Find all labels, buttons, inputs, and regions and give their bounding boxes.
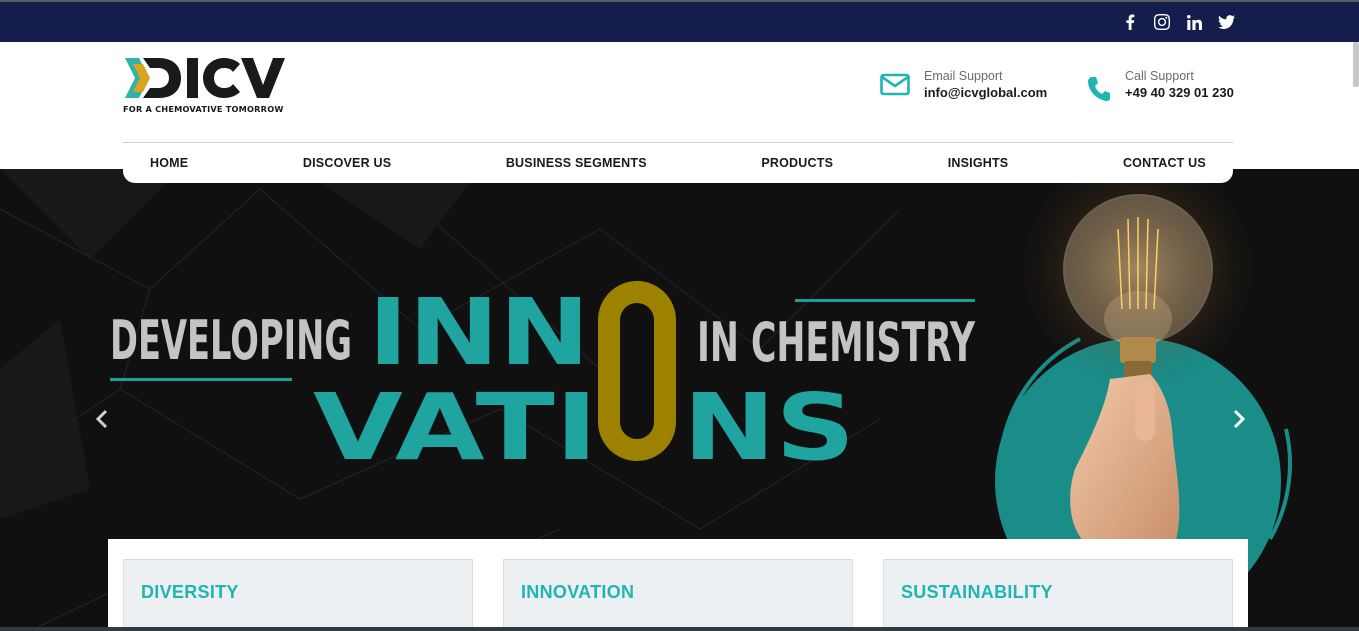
call-support-label: Call Support (1125, 69, 1194, 83)
card-title: DIVERSITY (141, 582, 239, 602)
nav-item-home[interactable]: HOME (150, 156, 188, 170)
nav-item-discover-us[interactable]: DISCOVER US (303, 156, 391, 170)
hero-text-in-chemistry: IN CHEMISTRY (697, 311, 976, 374)
email-support[interactable]: Email Support info@icvglobal.com (880, 68, 1047, 102)
nav-item-contact-us[interactable]: CONTACT US (1123, 156, 1206, 170)
facebook-icon[interactable] (1121, 13, 1139, 31)
top-bar (0, 0, 1359, 42)
chevron-left-icon (95, 409, 108, 429)
hero-text-vati: VATI (313, 374, 598, 481)
twitter-icon[interactable] (1217, 13, 1235, 31)
card-title: SUSTAINABILITY (901, 582, 1053, 602)
values-section: DIVERSITY INNOVATION SUSTAINABILITY (108, 539, 1248, 631)
slider-prev-button[interactable] (92, 407, 112, 431)
envelope-icon (880, 73, 910, 96)
slider-next-button[interactable] (1229, 407, 1249, 431)
hero-text-ns: NS (683, 374, 855, 481)
email-support-label: Email Support (924, 69, 1003, 83)
phone-icon (1088, 77, 1110, 101)
hero-text-inn: INN (368, 279, 590, 386)
window-bottom-edge (0, 627, 1359, 631)
email-address[interactable]: info@icvglobal.com (924, 84, 1047, 102)
nav-item-products[interactable]: PRODUCTS (761, 156, 833, 170)
linkedin-icon[interactable] (1185, 13, 1203, 31)
card-sustainability[interactable]: SUSTAINABILITY (883, 559, 1233, 631)
instagram-icon[interactable] (1153, 13, 1171, 31)
chevron-right-icon (1233, 409, 1246, 429)
page-scrollbar[interactable] (1353, 42, 1359, 87)
card-diversity[interactable]: DIVERSITY (123, 559, 473, 631)
site-logo[interactable]: FOR A CHEMOVATIVE TOMORROW (123, 56, 298, 118)
social-links (1121, 13, 1235, 31)
call-support[interactable]: Call Support +49 40 329 01 230 (1087, 68, 1234, 102)
logo-tagline: FOR A CHEMOVATIVE TOMORROW (123, 104, 284, 114)
logo-mark (125, 58, 285, 98)
hero-text-developing: DEVELOPING (110, 309, 352, 372)
card-innovation[interactable]: INNOVATION (503, 559, 853, 631)
phone-number[interactable]: +49 40 329 01 230 (1125, 84, 1234, 102)
card-title: INNOVATION (521, 582, 635, 602)
site-header: FOR A CHEMOVATIVE TOMORROW Email Support… (0, 42, 1359, 183)
nav-item-business-segments[interactable]: BUSINESS SEGMENTS (506, 156, 647, 170)
nav-item-insights[interactable]: INSIGHTS (948, 156, 1009, 170)
main-nav: HOME DISCOVER US BUSINESS SEGMENTS PRODU… (123, 142, 1233, 183)
